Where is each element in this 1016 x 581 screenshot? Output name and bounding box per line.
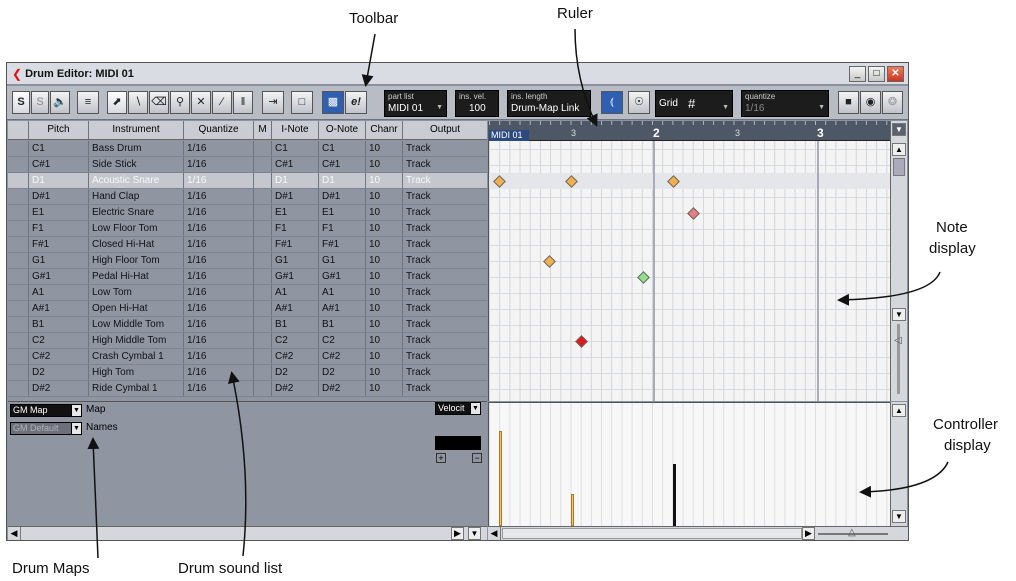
controller-display-arrow: [859, 461, 949, 498]
annotation-arrows: [87, 28, 949, 559]
drum-maps-arrow: [87, 437, 100, 559]
drum-sound-list-arrow: [227, 371, 247, 557]
toolbar-arrow: [361, 33, 376, 87]
note-display-arrow: [837, 271, 941, 306]
ruler-arrow: [574, 28, 598, 127]
